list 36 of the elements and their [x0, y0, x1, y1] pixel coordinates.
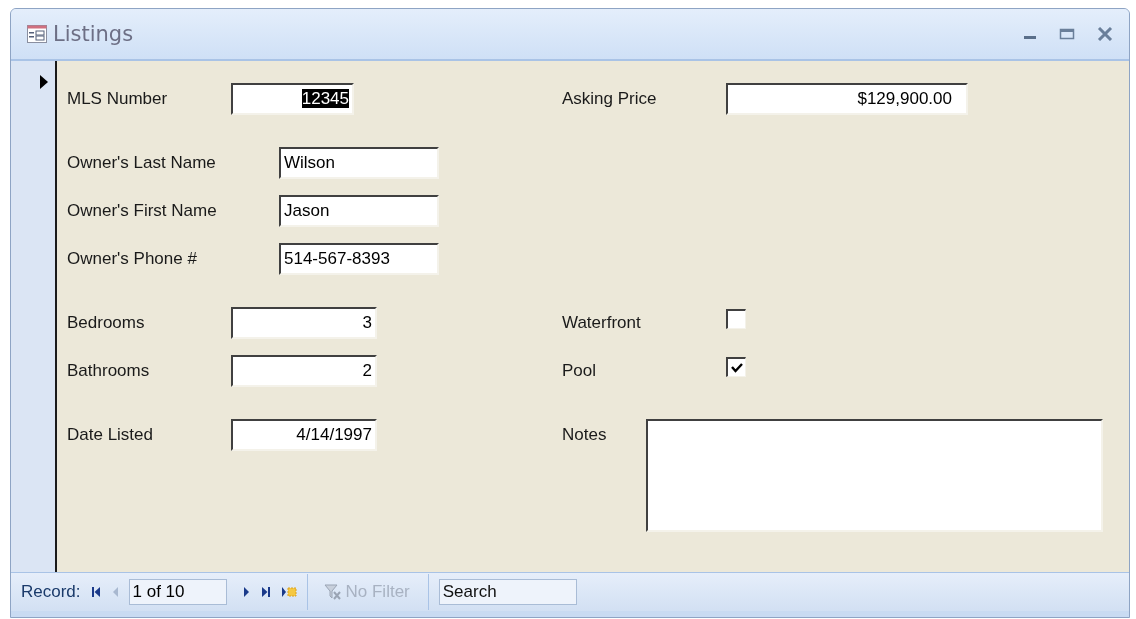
field-label: Bedrooms — [67, 312, 146, 334]
field-label: Owner's Phone # — [67, 248, 198, 270]
window-title: Listings — [53, 22, 134, 46]
input-field[interactable]: 2 — [231, 355, 377, 387]
input-field[interactable]: 4/14/1997 — [231, 419, 377, 451]
input-field[interactable]: Wilson — [279, 147, 439, 179]
filter-icon — [323, 584, 342, 600]
field-label: Asking Price — [562, 88, 658, 110]
form-icon — [27, 25, 47, 43]
input-field[interactable]: 12345 — [231, 83, 354, 115]
record-label: Record: — [21, 582, 81, 602]
field-label: MLS Number — [67, 88, 169, 110]
input-field[interactable]: 3 — [231, 307, 377, 339]
input-field[interactable]: 514-567-8393 — [279, 243, 439, 275]
new-record-icon[interactable] — [280, 586, 297, 598]
field-label: Waterfront — [562, 312, 642, 334]
notes-field[interactable] — [646, 419, 1103, 532]
input-field[interactable]: $129,900.00 — [726, 83, 968, 115]
first-record-icon[interactable] — [90, 586, 101, 598]
record-selector[interactable] — [11, 61, 57, 572]
field-label: Owner's First Name — [67, 200, 218, 222]
record-position-field[interactable]: 1 of 10 — [128, 579, 227, 605]
input-field[interactable]: Jason — [279, 195, 439, 227]
field-label: Date Listed — [67, 424, 154, 446]
field-label: Bathrooms — [67, 360, 151, 382]
checkbox[interactable] — [726, 309, 746, 329]
close-icon[interactable] — [1097, 27, 1113, 41]
next-record-icon[interactable] — [242, 586, 251, 598]
search-field[interactable]: Search — [438, 579, 577, 605]
field-label: Pool — [562, 360, 598, 382]
field-label: Notes — [562, 424, 608, 446]
maximize-icon[interactable] — [1059, 27, 1075, 41]
checkbox[interactable] — [726, 357, 746, 377]
last-record-icon[interactable] — [260, 586, 271, 598]
check-icon — [730, 362, 743, 373]
field-label: Owner's Last Name — [67, 152, 217, 174]
